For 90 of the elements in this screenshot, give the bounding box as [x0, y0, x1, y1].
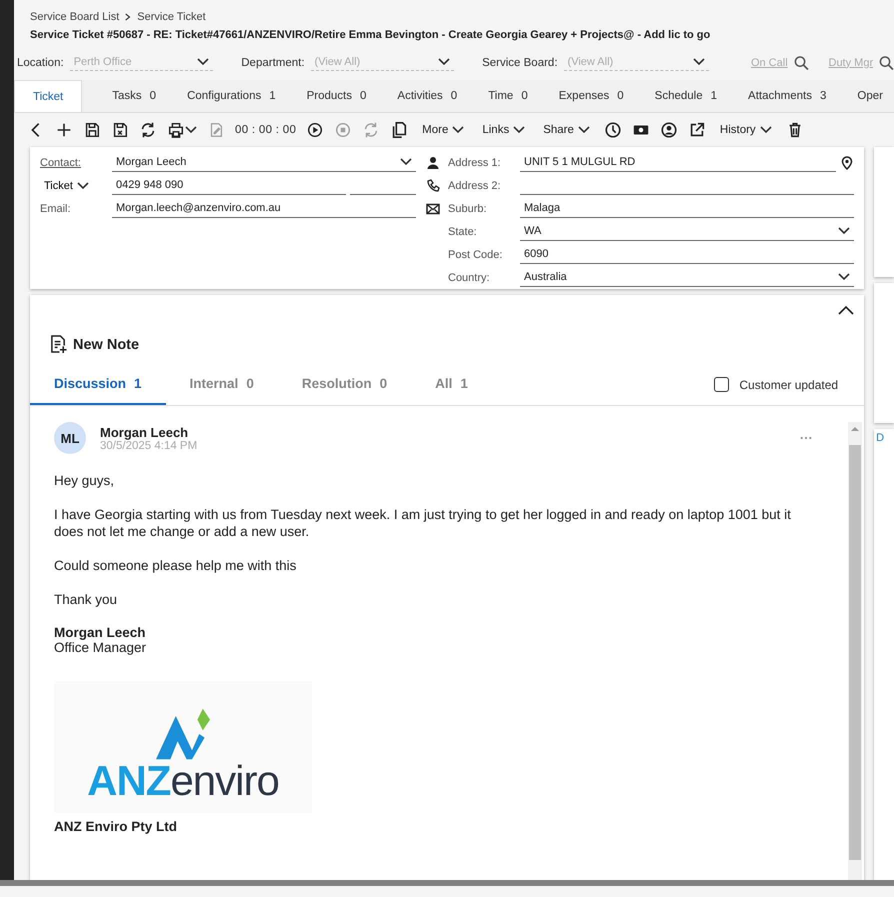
address-label: Address 1: — [448, 156, 502, 168]
caret-icon — [838, 227, 850, 235]
filter-label: Department: — [241, 56, 305, 68]
stop-icon — [334, 121, 352, 139]
caret-icon — [452, 126, 464, 134]
contact-label[interactable]: Contact: — [40, 156, 112, 168]
clock-icon — [604, 121, 622, 139]
address-label: Country: — [448, 272, 491, 284]
address-dropdown[interactable]: Australia — [520, 268, 854, 287]
caret-icon — [400, 158, 412, 166]
search-icon[interactable] — [879, 54, 894, 70]
tab[interactable]: Time 0 — [488, 80, 528, 112]
person-icon — [426, 156, 440, 170]
envelope-icon — [426, 202, 440, 216]
menu-button[interactable]: Links — [477, 117, 530, 143]
note-date: 30/5/2025 4:14 PM — [100, 440, 198, 452]
company-name: ANZ Enviro Pty Ltd — [54, 819, 178, 834]
caret-icon — [197, 58, 210, 66]
tab[interactable]: Expenses 0 — [558, 80, 624, 112]
filter-label: Service Board: — [482, 56, 558, 68]
breadcrumb-link[interactable]: Service Ticket — [137, 11, 206, 23]
address-field[interactable]: 6090 — [520, 245, 854, 264]
caret-icon — [185, 126, 197, 134]
side-panel-label: D — [875, 431, 886, 446]
tab[interactable]: Attachments 3 — [748, 80, 826, 112]
caret-icon — [513, 126, 526, 134]
refresh-icon — [139, 121, 157, 139]
note-tab[interactable]: Discussion 1 — [30, 364, 166, 405]
note-author: Morgan Leech — [100, 424, 190, 440]
tab[interactable]: Products 0 — [306, 80, 366, 112]
ticket-title: Service Ticket #50687 - RE: Ticket#47661/ANZENVIRO/Retire Emma Bevington - Create Georgia Gearey + Projects@ - Add lic to go — [29, 28, 712, 41]
checkbox-label: Customer updated — [739, 378, 838, 392]
add-note-icon — [50, 335, 67, 354]
location-pin-icon[interactable] — [840, 156, 854, 170]
note-paragraph: Thank you — [54, 591, 118, 608]
tab[interactable]: Tasks 0 — [112, 80, 156, 112]
tab[interactable]: Schedule 1 — [654, 80, 718, 112]
avatar: ML — [54, 422, 86, 454]
caret-icon — [838, 273, 850, 281]
chevron-right-icon — [125, 13, 132, 21]
note-tab[interactable]: All 1 — [411, 364, 492, 405]
contact-dropdown[interactable]: Morgan Leech — [112, 153, 416, 172]
more-options-icon[interactable] — [800, 436, 812, 440]
print-icon — [167, 121, 185, 139]
address-dropdown[interactable]: WA — [520, 222, 854, 241]
address-field[interactable]: Malaga — [520, 199, 854, 218]
save-close-icon — [111, 121, 129, 139]
breadcrumb-link[interactable]: Service Board List — [30, 11, 120, 23]
signature-title: Office Manager — [54, 640, 148, 655]
signature-name: Morgan Leech — [54, 625, 147, 640]
add-icon — [55, 121, 73, 139]
caret-icon — [438, 58, 450, 66]
caret-icon — [760, 126, 772, 134]
address-label: Post Code: — [448, 248, 504, 260]
filter-label: Location: — [17, 56, 64, 68]
note-tab[interactable]: Internal 0 — [166, 364, 278, 405]
caret-icon — [578, 126, 590, 134]
tab[interactable]: Activities 0 — [397, 80, 458, 112]
new-note-button[interactable]: New Note — [50, 335, 140, 354]
scrollbar[interactable] — [848, 422, 862, 880]
company-logo: ANZenviro — [54, 681, 312, 813]
menu-button[interactable]: History — [714, 117, 777, 143]
address-label: State: — [448, 226, 478, 238]
menu-button[interactable]: Share — [538, 117, 595, 143]
save-icon — [83, 121, 101, 139]
menu-button[interactable]: More — [417, 117, 470, 143]
phone-type-dropdown[interactable]: Ticket — [44, 180, 112, 192]
play-icon — [306, 121, 324, 139]
tab[interactable]: Ticket — [14, 80, 82, 112]
email-label: Email: — [40, 202, 72, 214]
phone-field[interactable]: 0429 948 090 — [112, 176, 346, 195]
tab[interactable]: Oper — [857, 80, 883, 112]
timer: 00 : 00 : 00 — [234, 124, 298, 136]
caret-icon — [76, 182, 89, 190]
tab[interactable]: Configurations 1 — [187, 80, 276, 112]
note-paragraph: Hey guys, — [54, 472, 116, 489]
email-field[interactable]: Morgan.leech@anzenviro.com.au — [112, 199, 416, 218]
address-label: Suburb: — [448, 202, 488, 214]
address-label: Address 2: — [448, 180, 502, 192]
note-tab[interactable]: Resolution 0 — [278, 364, 412, 405]
user-circle-icon — [660, 121, 678, 139]
note-paragraph: I have Georgia starting with us from Tuesday next week. I am just trying to get her logged in and ready on laptop 1001 but it does not let me change or add a new user. — [54, 506, 792, 540]
caret-icon — [692, 58, 705, 66]
search-icon[interactable] — [794, 54, 808, 70]
note-paragraph: Could someone please help me with this — [54, 557, 298, 574]
copy-icon — [390, 121, 408, 139]
address-field[interactable]: UNIT 5 1 MULGUL RD — [520, 153, 836, 172]
phone-icon — [426, 178, 440, 192]
checkbox[interactable] — [714, 377, 730, 392]
collapse-icon[interactable] — [838, 305, 854, 315]
